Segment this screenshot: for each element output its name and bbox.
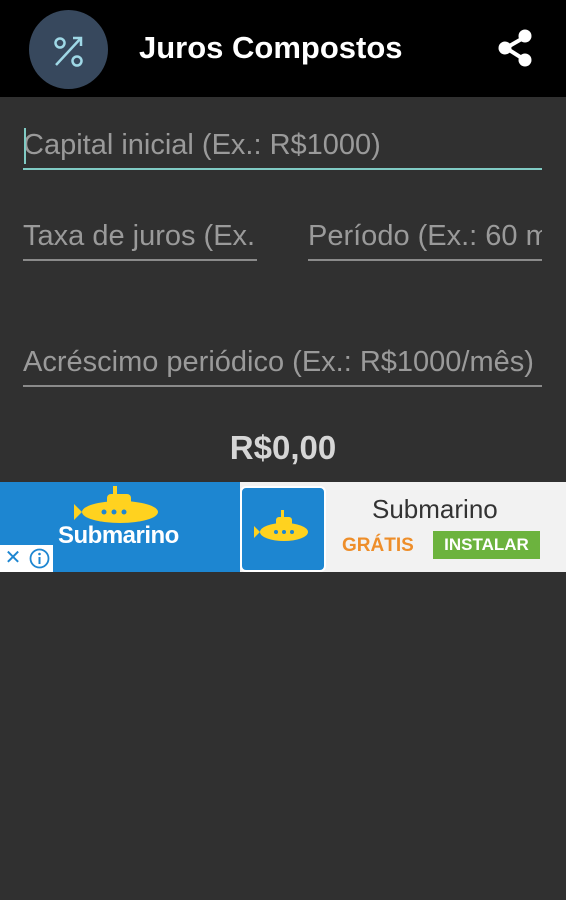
share-icon[interactable] bbox=[492, 25, 538, 71]
result-value: R$0,00 bbox=[229, 429, 337, 466]
submarine-icon bbox=[254, 510, 308, 541]
ad-banner-logo: Submarino bbox=[58, 522, 179, 549]
capital-input[interactable] bbox=[23, 124, 542, 166]
percent-trend-icon bbox=[29, 10, 108, 89]
capital-field[interactable] bbox=[23, 124, 542, 170]
taxa-field[interactable] bbox=[23, 215, 257, 261]
acrescimo-input[interactable] bbox=[23, 341, 542, 383]
app-title: Juros Compostos bbox=[139, 30, 403, 65]
taxa-input[interactable] bbox=[23, 215, 257, 257]
ad-app-icon[interactable] bbox=[240, 486, 326, 572]
ad-price: GRÁTIS bbox=[342, 535, 414, 556]
periodo-input[interactable] bbox=[308, 215, 542, 257]
ad-banner[interactable]: Submarino Submarino GRÁTIS INSTALAR ✕ bbox=[0, 482, 566, 572]
ad-app-name[interactable]: Submarino bbox=[372, 494, 498, 525]
info-icon[interactable] bbox=[26, 545, 53, 572]
text-cursor bbox=[24, 128, 26, 164]
install-button[interactable]: INSTALAR bbox=[433, 531, 540, 559]
acrescimo-field[interactable] bbox=[23, 341, 542, 387]
close-icon[interactable]: ✕ bbox=[0, 545, 26, 572]
periodo-field[interactable] bbox=[308, 215, 542, 261]
toolbar: Juros Compostos bbox=[0, 0, 566, 97]
